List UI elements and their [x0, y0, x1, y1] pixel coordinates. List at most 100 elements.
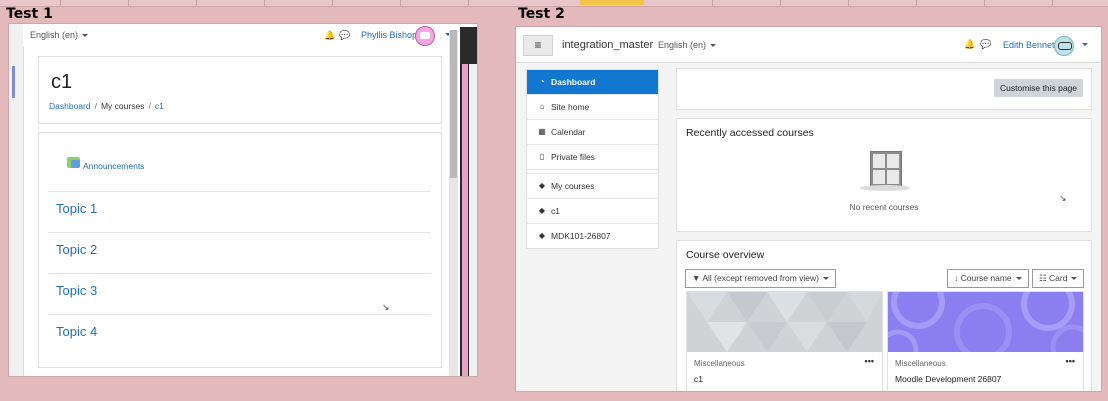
dashboard-icon: ◔ [539, 77, 545, 86]
topic-title[interactable]: Topic 4 [56, 324, 97, 339]
language-label: English (en) [658, 40, 707, 50]
topic-title[interactable]: Topic 1 [56, 201, 97, 216]
graduation-cap-icon: ◆ [538, 181, 546, 190]
test-1-label: Test 1 [6, 6, 53, 22]
breadcrumb-dashboard[interactable]: Dashboard [49, 101, 91, 111]
course-image[interactable] [687, 292, 882, 352]
nav-item-calendar[interactable]: ▦ Calendar [527, 120, 658, 145]
nav-item-label: Private files [551, 152, 595, 162]
nav-item-site-home[interactable]: ⌂ Site home [527, 95, 658, 120]
chat-icon[interactable]: 💬 [339, 30, 350, 41]
language-label: English (en) [30, 30, 79, 40]
graduation-cap-icon: ◆ [538, 231, 546, 240]
window-edge-strip [469, 64, 477, 376]
mouse-cursor-icon: ↘ [1059, 193, 1067, 203]
breadcrumb-separator: / [94, 101, 97, 111]
chevron-down-icon[interactable] [1082, 43, 1088, 46]
vertical-scrollbar[interactable] [449, 30, 458, 376]
nav-item-dashboard[interactable]: ◔ Dashboard [527, 70, 658, 95]
filter-icon: ▼ [692, 273, 701, 283]
home-icon: ⌂ [539, 102, 545, 111]
sheet-column-divider [264, 0, 265, 6]
more-options-icon[interactable]: ••• [1066, 356, 1075, 366]
left-gutter [9, 24, 24, 376]
course-name[interactable]: c1 [694, 374, 703, 384]
sheet-column-divider [332, 0, 333, 6]
hamburger-menu-icon[interactable]: ≡ [523, 35, 553, 56]
language-menu[interactable]: English (en) [30, 30, 89, 40]
window-edge-accent [462, 64, 468, 376]
course-card[interactable]: Miscellaneous ••• c1 [686, 291, 883, 391]
topic-section[interactable]: Topic 3 [48, 273, 431, 314]
test-2-window: ≡ integration_master English (en) 🔔 💬 Ed… [516, 27, 1101, 391]
test-1-window: English (en) 🔔 💬 Phyllis Bishop c1 Dashb… [9, 24, 477, 376]
sheet-column-divider [780, 0, 781, 6]
topic-title[interactable]: Topic 3 [56, 283, 97, 298]
calendar-icon: ▦ [538, 127, 546, 136]
bell-icon[interactable]: 🔔 [324, 30, 335, 41]
course-pattern [687, 292, 882, 352]
chevron-down-icon [1015, 277, 1022, 281]
sheet-column-divider [468, 0, 469, 6]
sort-label: Course name [960, 273, 1012, 283]
file-icon: ▯ [539, 152, 545, 161]
page-header-block: Customise this page [676, 68, 1092, 110]
scrollbar-thumb[interactable] [450, 30, 457, 178]
nav-item-course-mdk101[interactable]: ◆ MDK101-26807 [527, 224, 658, 248]
breadcrumb-course[interactable]: c1 [155, 101, 164, 111]
sheet-selected-cell [580, 0, 644, 5]
bell-icon[interactable]: 🔔 [964, 39, 975, 50]
course-pattern [877, 275, 1096, 371]
user-menu-name[interactable]: Edith Bennett [1003, 40, 1057, 50]
chat-icon[interactable]: 💬 [980, 39, 991, 50]
chevron-down-icon [823, 277, 829, 281]
navbar: ≡ integration_master English (en) 🔔 💬 Ed… [516, 27, 1101, 63]
course-content: Announcements Topic 1 Topic 2 Topic 3 To… [38, 132, 442, 368]
course-card[interactable]: Miscellaneous ••• Moodle Development 268… [877, 275, 1096, 391]
user-menu-name[interactable]: Phyllis Bishop [361, 30, 417, 40]
course-overview-block: Course overview ▼ All (except removed fr… [676, 240, 1096, 391]
chevron-down-icon [710, 44, 717, 48]
course-name[interactable]: Moodle Development 26807 [895, 374, 1001, 384]
breadcrumb-my-courses[interactable]: My courses [101, 101, 144, 111]
topic-section[interactable]: Topic 1 [48, 191, 431, 232]
sheet-column-divider [984, 0, 985, 6]
topic-title[interactable]: Topic 2 [56, 242, 97, 257]
nav-item-course-c1[interactable]: ◆ c1 [527, 199, 658, 224]
illustration-shadow [860, 185, 910, 191]
avatar[interactable] [1054, 36, 1074, 56]
topic-section[interactable]: Topic 4 [48, 314, 431, 355]
illustration-cell [873, 154, 885, 168]
sheet-column-divider [196, 0, 197, 6]
navbar: English (en) 🔔 💬 Phyllis Bishop [23, 24, 453, 46]
view-label: Card [1049, 273, 1068, 283]
site-name[interactable]: integration_master [562, 39, 653, 51]
language-menu[interactable]: English (en) [658, 40, 717, 50]
nav-drawer: ◔ Dashboard ⌂ Site home ▦ Calendar ▯ Private… [526, 69, 659, 249]
test-2-label: Test 2 [518, 6, 565, 22]
chevron-down-icon [82, 34, 89, 38]
block-title: Recently accessed courses [686, 127, 814, 139]
announcements-link[interactable]: Announcements [83, 161, 144, 171]
more-options-icon[interactable]: ••• [865, 356, 874, 366]
topic-section[interactable]: Topic 2 [48, 232, 431, 273]
illustration-cell [887, 170, 899, 184]
sort-dropdown[interactable]: ↓ Course name [947, 269, 1029, 288]
nav-item-my-courses[interactable]: ◆ My courses [527, 174, 658, 199]
graduation-cap-icon: ◆ [538, 206, 546, 215]
sheet-column-divider [916, 0, 917, 6]
sheet-column-divider [848, 0, 849, 6]
illustration-cell [887, 154, 899, 168]
chevron-down-icon [1071, 277, 1078, 281]
sheet-column-divider [60, 0, 61, 6]
course-image[interactable] [877, 275, 1096, 371]
customise-page-button[interactable]: Customise this page [993, 79, 1083, 97]
avatar[interactable] [415, 26, 435, 46]
course-category: Miscellaneous [895, 359, 946, 368]
grouping-filter-dropdown[interactable]: ▼ All (except removed from view) [685, 269, 836, 288]
nav-item-label: My courses [551, 181, 595, 191]
recent-courses-block: Recently accessed courses No recent cour… [676, 118, 1092, 232]
block-title: Course overview [686, 249, 765, 261]
nav-item-private-files[interactable]: ▯ Private files [527, 145, 658, 170]
view-dropdown[interactable]: ☷ Card [1032, 269, 1085, 288]
